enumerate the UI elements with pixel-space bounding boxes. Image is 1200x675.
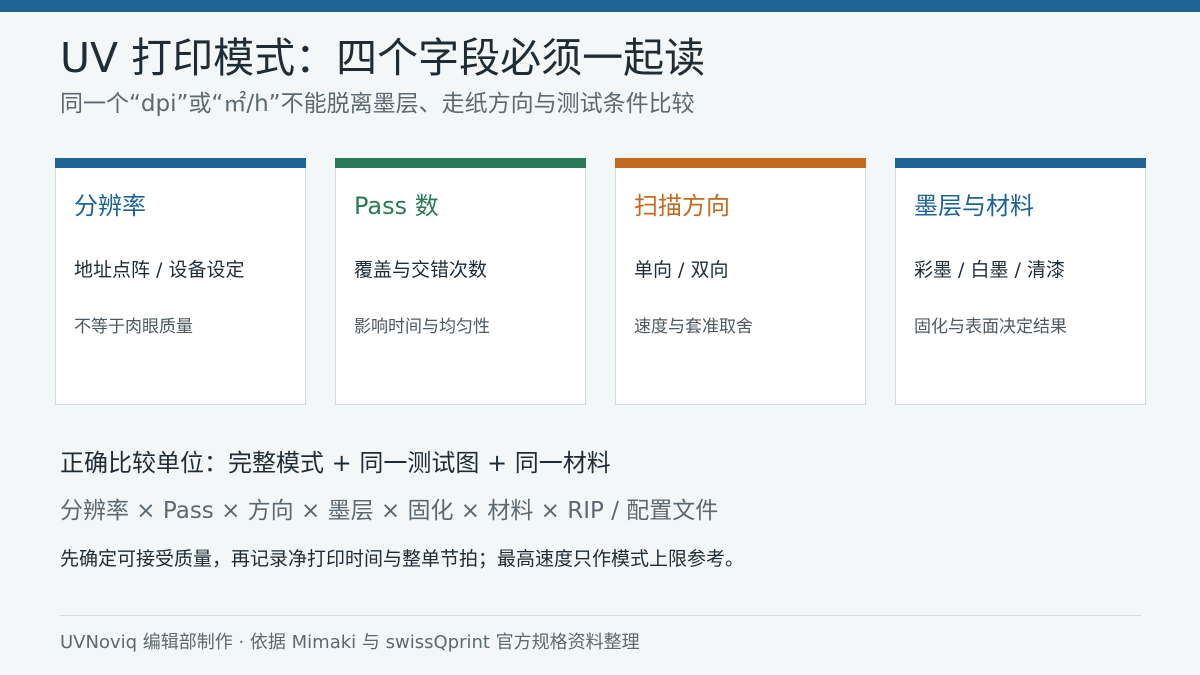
top-accent-bar	[0, 0, 1200, 12]
footer-credit: UVNoviq 编辑部制作 · 依据 Mimaki 与 swissQprint …	[60, 632, 640, 653]
card-note: 速度与套准取舍	[634, 317, 753, 337]
card-note: 固化与表面决定结果	[914, 317, 1067, 337]
card-resolution: 分辨率 地址点阵 / 设备设定 不等于肉眼质量	[55, 158, 306, 405]
footer-divider	[60, 615, 1141, 616]
card-title: 扫描方向	[634, 192, 730, 220]
card-scan-direction: 扫描方向 单向 / 双向 速度与套准取舍	[615, 158, 866, 405]
field-cards: 分辨率 地址点阵 / 设备设定 不等于肉眼质量 Pass 数 覆盖与交错次数 影…	[55, 158, 1146, 406]
comparison-formula: 分辨率 × Pass × 方向 × 墨层 × 固化 × 材料 × RIP / 配…	[60, 498, 719, 524]
card-note: 影响时间与均匀性	[354, 317, 490, 337]
card-pass-count: Pass 数 覆盖与交错次数 影响时间与均匀性	[335, 158, 586, 405]
advice-text: 先确定可接受质量，再记录净打印时间与整单节拍；最高速度只作模式上限参考。	[60, 548, 745, 570]
card-item: 彩墨 / 白墨 / 清漆	[914, 259, 1065, 281]
card-title: 分辨率	[74, 192, 146, 220]
summary-heading: 正确比较单位：完整模式 + 同一测试图 + 同一材料	[60, 449, 611, 477]
card-accent-bar	[895, 158, 1146, 168]
card-item: 单向 / 双向	[634, 259, 729, 281]
card-item: 地址点阵 / 设备设定	[74, 259, 245, 281]
card-note: 不等于肉眼质量	[74, 317, 193, 337]
card-title: Pass 数	[354, 192, 439, 220]
page-subtitle: 同一个“dpi”或“㎡/h”不能脱离墨层、走纸方向与测试条件比较	[60, 91, 695, 117]
card-accent-bar	[335, 158, 586, 168]
card-accent-bar	[615, 158, 866, 168]
card-item: 覆盖与交错次数	[354, 259, 488, 281]
page-title: UV 打印模式：四个字段必须一起读	[60, 34, 706, 82]
card-ink-and-material: 墨层与材料 彩墨 / 白墨 / 清漆 固化与表面决定结果	[895, 158, 1146, 405]
card-accent-bar	[55, 158, 306, 168]
card-title: 墨层与材料	[914, 192, 1034, 220]
